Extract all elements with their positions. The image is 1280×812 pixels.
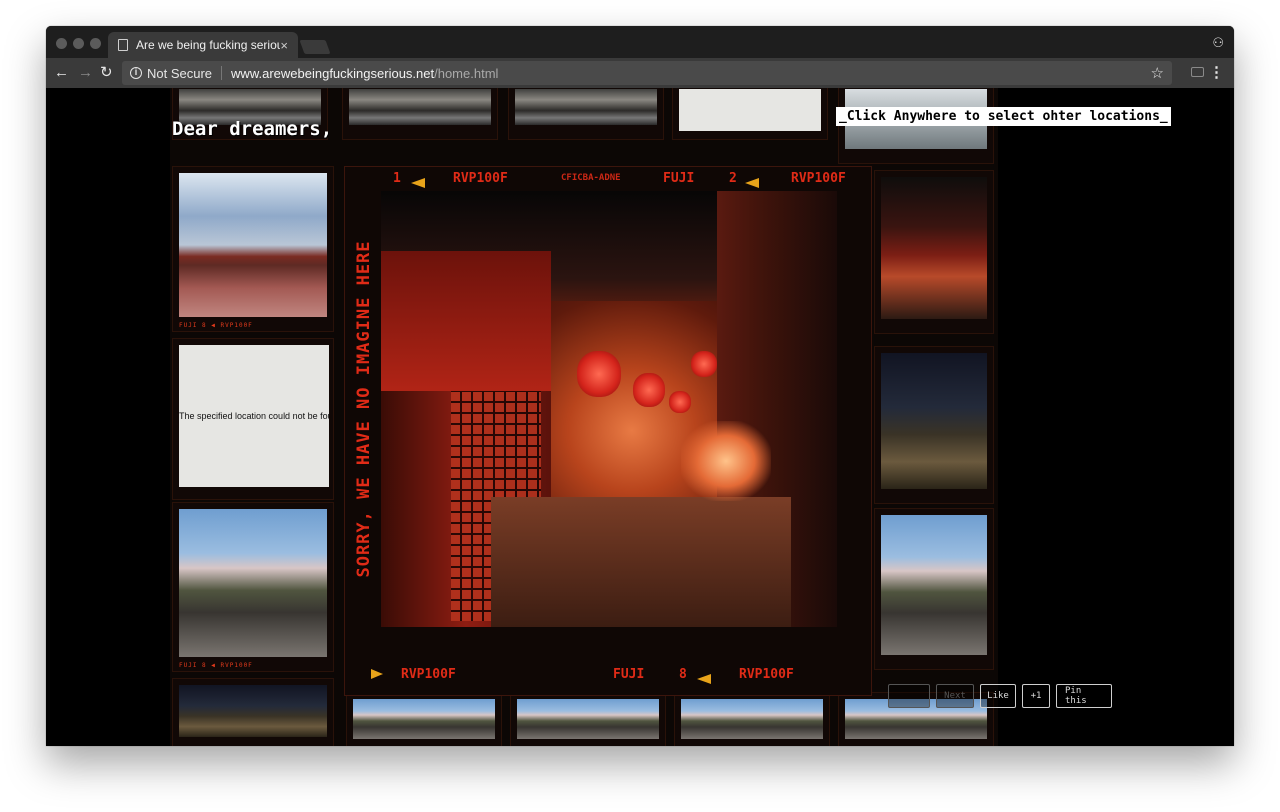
film-code-bottom-left: RVP100F bbox=[401, 667, 456, 682]
omnibox-divider bbox=[221, 66, 223, 80]
thumbnail-frame[interactable] bbox=[874, 346, 994, 504]
film-code-top-left: RVP100F bbox=[453, 171, 508, 186]
film-code-mid: CFICBA-ADNE bbox=[561, 173, 621, 183]
forward-icon[interactable]: → bbox=[78, 64, 93, 82]
cast-icon[interactable] bbox=[1191, 67, 1204, 77]
thumbnail-photo bbox=[881, 515, 987, 655]
film-brand-top: FUJI bbox=[663, 171, 695, 186]
thumbnail-frame[interactable] bbox=[510, 692, 666, 746]
thumbnail-photo bbox=[349, 89, 491, 125]
frame-number-top-left: 1 bbox=[393, 171, 401, 186]
address-bar[interactable]: i Not Secure www.arewebeingfuckingseriou… bbox=[122, 61, 1172, 85]
new-tab-button[interactable] bbox=[299, 40, 331, 54]
thumbnail-photo bbox=[179, 173, 327, 317]
lantern-icon bbox=[691, 351, 717, 377]
frame-number-top-right: 2 bbox=[729, 171, 737, 186]
tab-close-icon[interactable]: × bbox=[280, 38, 288, 53]
film-code-top-right: RVP100F bbox=[791, 171, 846, 186]
thumbnail-frame[interactable] bbox=[874, 170, 994, 334]
contact-sheet[interactable]: FUJI 8 ◀ RVP100F The specified location … bbox=[170, 88, 998, 746]
document-icon bbox=[118, 39, 128, 51]
url-host: www.arewebeingfuckingserious.net bbox=[231, 65, 435, 81]
next-button[interactable]: Next bbox=[936, 684, 974, 708]
thumbnail-frame[interactable] bbox=[838, 88, 994, 164]
thumbnail-frame[interactable] bbox=[342, 88, 498, 140]
photo-glow bbox=[681, 421, 771, 501]
film-edge-text: FUJI 8 ◀ RVP100F bbox=[179, 322, 253, 329]
film-arrow-icon bbox=[411, 172, 425, 191]
browser-window: Are we being fucking serious? × ⚇ ← → ↻ … bbox=[46, 26, 1234, 746]
incognito-icon: ⚇ bbox=[1212, 35, 1224, 50]
photo-floor bbox=[491, 497, 791, 627]
pin-button[interactable]: Pin this bbox=[1056, 684, 1112, 708]
no-image-message: SORRY, WE HAVE NO IMAGINE HERE bbox=[354, 240, 374, 578]
error-panel-blank bbox=[679, 89, 821, 131]
film-brand-bottom: FUJI bbox=[613, 667, 645, 682]
film-code-bottom-right: RVP100F bbox=[739, 667, 794, 682]
thumbnail-photo bbox=[881, 177, 987, 319]
lantern-icon bbox=[669, 391, 691, 413]
frame-number-bottom: 8 bbox=[679, 667, 687, 682]
location-hint: _Click Anywhere to select ohter location… bbox=[836, 107, 1171, 126]
film-arrow-icon bbox=[697, 668, 711, 687]
thumbnail-frame[interactable] bbox=[508, 88, 664, 140]
not-secure-label: Not Secure bbox=[147, 65, 213, 81]
thumbnail-photo bbox=[179, 685, 327, 737]
thumbnail-photo bbox=[515, 89, 657, 125]
back-icon[interactable]: ← bbox=[54, 64, 69, 82]
thumbnail-photo bbox=[881, 353, 987, 489]
vertical-message-strip: SORRY, WE HAVE NO IMAGINE HERE bbox=[349, 189, 379, 629]
tab-title: Are we being fucking serious? bbox=[136, 38, 281, 52]
info-icon[interactable]: i bbox=[130, 67, 142, 79]
browser-tab[interactable]: Are we being fucking serious? × bbox=[108, 32, 298, 58]
thumbnail-frame[interactable]: FUJI 8 ◀ RVP100F bbox=[172, 502, 334, 672]
thumbnail-frame[interactable] bbox=[874, 508, 994, 670]
page-content[interactable]: FUJI 8 ◀ RVP100F The specified location … bbox=[46, 88, 1234, 746]
photo-curtain bbox=[381, 251, 551, 391]
zoom-window-dot[interactable] bbox=[90, 38, 101, 49]
browser-menu-icon[interactable]: ⋮ bbox=[1209, 63, 1224, 81]
greeting-heading: Dear dreamers, bbox=[172, 118, 333, 140]
bookmark-star-icon[interactable]: ☆ bbox=[1151, 64, 1164, 82]
error-message: The specified location could not be foun… bbox=[179, 411, 329, 421]
action-buttons: Next Like +1 Pin this bbox=[888, 684, 1112, 708]
plus-one-button[interactable]: +1 bbox=[1022, 684, 1050, 708]
thumbnail-photo bbox=[517, 699, 659, 739]
thumbnail-photo bbox=[681, 699, 823, 739]
lantern-icon bbox=[633, 373, 665, 407]
close-window-dot[interactable] bbox=[56, 38, 67, 49]
film-edge-text: FUJI 8 ◀ RVP100F bbox=[179, 662, 253, 669]
reload-icon[interactable]: ↻ bbox=[100, 64, 113, 82]
error-panel: The specified location could not be foun… bbox=[179, 345, 329, 487]
thumbnail-frame[interactable]: The specified location could not be foun… bbox=[172, 338, 334, 500]
thumbnail-photo bbox=[179, 509, 327, 657]
selected-location-frame[interactable]: 1 RVP100F CFICBA-ADNE FUJI 2 RVP100F SOR… bbox=[344, 166, 872, 696]
thumbnail-photo bbox=[353, 699, 495, 739]
browser-toolbar: ← → ↻ i Not Secure www.arewebeingfucking… bbox=[46, 58, 1234, 88]
main-location-photo[interactable] bbox=[381, 191, 837, 627]
lantern-icon bbox=[577, 351, 621, 397]
like-button[interactable]: Like bbox=[980, 684, 1016, 708]
minimize-window-dot[interactable] bbox=[73, 38, 84, 49]
film-arrow-icon bbox=[745, 172, 759, 191]
thumbnail-frame[interactable] bbox=[172, 678, 334, 746]
film-arrow-icon bbox=[371, 667, 383, 680]
thumbnail-frame[interactable] bbox=[674, 692, 830, 746]
prev-button[interactable] bbox=[888, 684, 930, 708]
thumbnail-frame[interactable]: FUJI 8 ◀ RVP100F bbox=[172, 166, 334, 332]
url-path: /home.html bbox=[434, 65, 499, 81]
thumbnail-frame[interactable] bbox=[672, 88, 828, 140]
thumbnail-frame[interactable] bbox=[346, 692, 502, 746]
tab-strip: Are we being fucking serious? × ⚇ bbox=[46, 26, 1234, 58]
